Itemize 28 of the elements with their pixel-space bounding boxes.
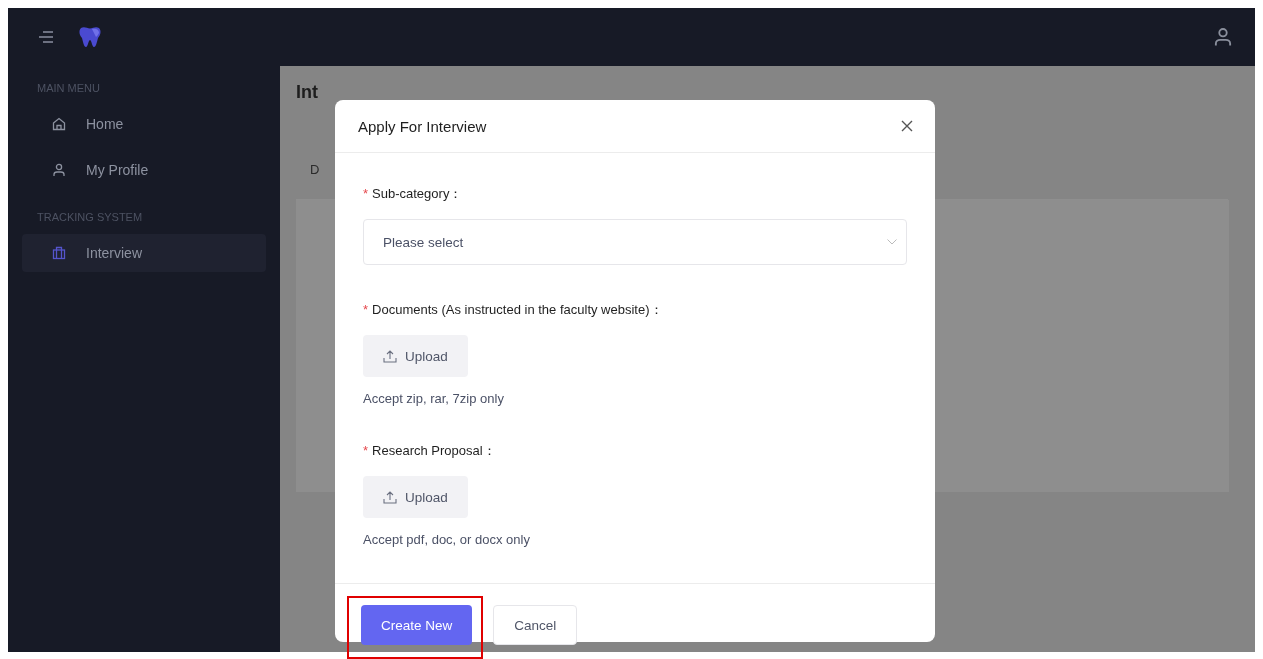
close-icon[interactable] xyxy=(901,120,913,132)
field-label: * Research Proposal： xyxy=(363,442,497,460)
section-heading: MAIN MENU xyxy=(36,82,101,94)
nav-item[interactable]: Interview xyxy=(22,234,266,272)
upload-button[interactable]: Upload xyxy=(363,335,468,377)
upload-icon xyxy=(383,490,397,504)
upload-button[interactable]: Upload xyxy=(363,476,468,518)
chevron-down-icon xyxy=(887,239,897,245)
user-icon[interactable] xyxy=(1213,27,1233,47)
home-icon xyxy=(52,117,66,131)
tab[interactable]: D xyxy=(310,162,320,177)
cancel-button[interactable]: Cancel xyxy=(493,605,578,645)
user-icon xyxy=(52,163,66,177)
menu-icon[interactable] xyxy=(38,30,54,44)
field-label: * Sub-category： xyxy=(363,185,464,203)
page-title: Int xyxy=(296,82,318,103)
briefcase-icon xyxy=(52,246,66,260)
tooth-logo-icon xyxy=(78,26,102,48)
nav-item[interactable]: My Profile xyxy=(22,151,266,189)
select-field[interactable]: Please select xyxy=(363,219,907,265)
field-label: * Documents (As instructed in the faculty website)： xyxy=(363,301,664,319)
upload-icon xyxy=(383,349,397,363)
dialog-title: Apply For Interview xyxy=(358,117,487,135)
create-button[interactable]: Create New xyxy=(361,605,473,645)
hint-text: Accept pdf, doc, or docx only xyxy=(363,532,531,547)
hint-text: Accept zip, rar, 7zip only xyxy=(363,391,505,406)
nav-item[interactable]: Home xyxy=(22,105,266,143)
section-heading: TRACKING SYSTEM xyxy=(36,211,144,223)
